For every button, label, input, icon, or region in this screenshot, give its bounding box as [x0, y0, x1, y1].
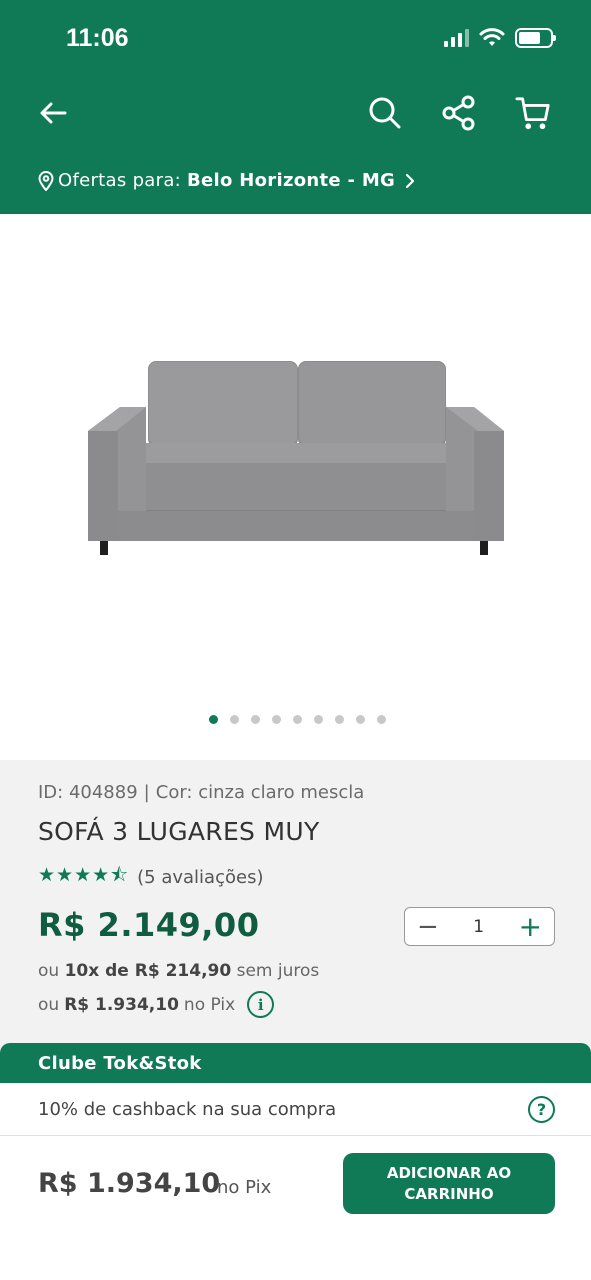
help-icon[interactable]: ?	[528, 1096, 555, 1123]
location-pin-icon	[38, 170, 54, 191]
gallery-pagination	[0, 715, 591, 724]
location-selector[interactable]: Ofertas para: Belo Horizonte - MG	[38, 170, 415, 191]
product-id: ID: 404889	[38, 782, 138, 803]
gallery-dot[interactable]	[335, 715, 344, 724]
wifi-icon	[479, 28, 505, 46]
pix-price-text: ou R$ 1.934,10 no Pix i	[38, 991, 275, 1018]
installments-value: 10x de R$ 214,90	[64, 961, 232, 981]
search-icon	[369, 97, 401, 129]
purchase-footer: R$ 1.934,10 no Pix ADICIONAR AO CARRINHO	[0, 1136, 591, 1280]
product-info: ID: 404889 | Cor: cinza claro mescla SOFÁ …	[0, 760, 591, 1050]
gallery-dot[interactable]	[314, 715, 323, 724]
gallery-dot[interactable]	[209, 715, 218, 724]
arrow-left-icon	[40, 102, 67, 124]
increase-quantity-button[interactable]: +	[519, 912, 542, 941]
club-header: Clube Tok&Stok	[0, 1043, 591, 1083]
installments-text: ou 10x de R$ 214,90 sem juros	[38, 961, 320, 981]
cart-icon	[515, 97, 550, 130]
share-icon	[442, 95, 475, 131]
cart-button[interactable]	[515, 94, 551, 132]
location-city: Belo Horizonte - MG	[187, 170, 396, 191]
product-image	[88, 361, 504, 555]
add-to-cart-button[interactable]: ADICIONAR AO CARRINHO	[343, 1153, 555, 1214]
chevron-right-icon	[405, 173, 415, 189]
product-meta: ID: 404889 | Cor: cinza claro mescla	[38, 782, 365, 803]
gallery-dot[interactable]	[251, 715, 260, 724]
gallery-dot[interactable]	[293, 715, 302, 724]
decrease-quantity-button[interactable]: −	[417, 914, 439, 940]
share-button[interactable]	[441, 94, 477, 132]
rating-stars-icon: ★★★★⯪	[38, 864, 130, 886]
search-button[interactable]	[367, 94, 403, 132]
quantity-stepper: − 1 +	[404, 907, 555, 946]
gallery-dot[interactable]	[377, 715, 386, 724]
app-header: 11:06 Ofertas para: Belo Horizonte - MG	[0, 0, 591, 214]
cellular-signal-icon	[444, 29, 469, 47]
pix-value: R$ 1.934,10	[64, 994, 179, 1015]
location-prefix: Ofertas para:	[58, 170, 182, 191]
status-time: 11:06	[66, 24, 129, 52]
gallery-dot[interactable]	[230, 715, 239, 724]
footer-price: R$ 1.934,10	[38, 1168, 221, 1199]
club-cashback: 10% de cashback na sua compra ?	[0, 1083, 591, 1136]
product-gallery[interactable]	[0, 214, 591, 760]
footer-pix-label: no Pix	[217, 1177, 272, 1198]
product-color: Cor: cinza claro mescla	[155, 782, 365, 803]
status-icons	[444, 28, 556, 48]
review-count: (5 avaliações)	[137, 866, 264, 888]
nav-row	[0, 90, 591, 140]
gallery-dot[interactable]	[356, 715, 365, 724]
info-icon[interactable]: i	[247, 991, 275, 1018]
nav-actions	[367, 94, 551, 132]
product-title: SOFÁ 3 LUGARES MUY	[38, 817, 320, 846]
gallery-dot[interactable]	[272, 715, 281, 724]
product-rating[interactable]: ★★★★⯪ (5 avaliações)	[38, 861, 263, 893]
product-price: R$ 2.149,00	[38, 906, 260, 944]
back-button[interactable]	[36, 96, 70, 130]
battery-icon	[515, 28, 556, 48]
cashback-text: 10% de cashback na sua compra	[38, 1098, 337, 1120]
quantity-value: 1	[473, 916, 485, 937]
